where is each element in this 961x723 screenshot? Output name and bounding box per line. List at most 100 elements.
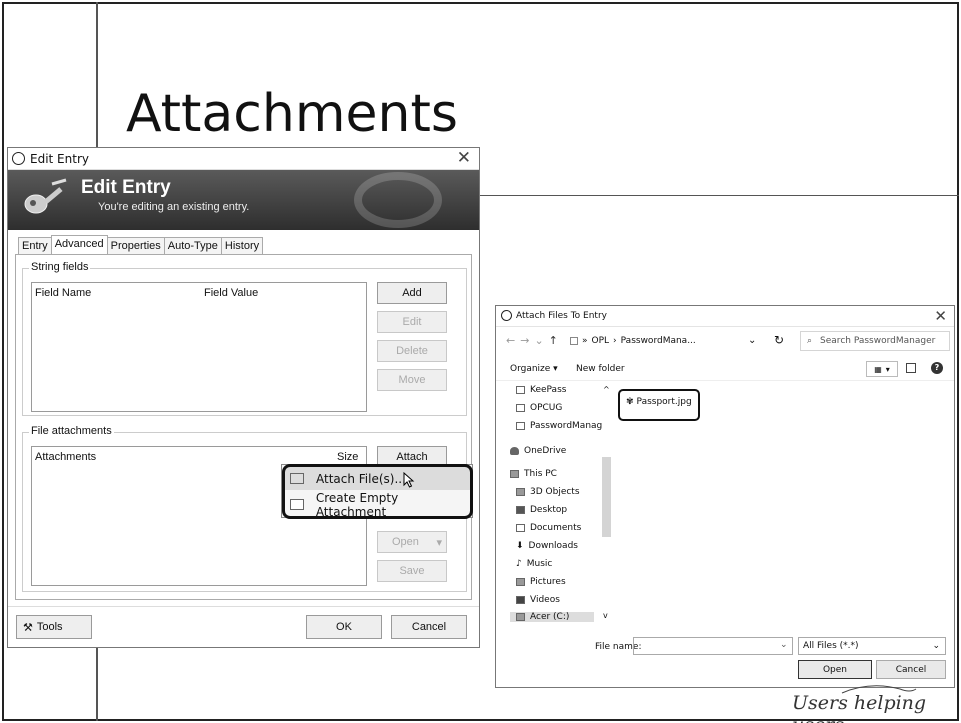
delete-button[interactable]: Delete: [377, 340, 447, 362]
attach-files-dialog: Attach Files To Entry ✕ ←→⌄↑ » OPL › Pas…: [495, 305, 955, 688]
scrollbar-thumb[interactable]: [602, 457, 611, 537]
nav-item-passwordmanager[interactable]: PasswordManag: [516, 421, 602, 431]
organize-menu[interactable]: Organize ▾: [510, 364, 558, 374]
tab-entry[interactable]: Entry: [18, 237, 52, 254]
banner-subtitle: You're editing an existing entry.: [98, 201, 250, 213]
new-folder-button[interactable]: New folder: [576, 364, 625, 374]
file-type-value: All Files (*.*): [803, 641, 859, 651]
nav-arrows: ←→⌄↑: [506, 334, 563, 347]
menu-item-attach-files-label: Attach File(s)...: [316, 471, 406, 486]
close-icon[interactable]: ✕: [457, 148, 471, 168]
new-file-icon: [290, 499, 304, 510]
drive-icon: [516, 613, 525, 621]
add-button[interactable]: Add: [377, 282, 447, 304]
menu-item-create-empty-label: Create Empty Attachment: [315, 490, 399, 519]
scroll-down-icon[interactable]: v: [603, 611, 608, 620]
tab-history[interactable]: History: [220, 237, 264, 254]
file-name-input[interactable]: [633, 637, 793, 655]
nav-item-music[interactable]: ♪ Music: [516, 559, 552, 569]
mouse-cursor-icon: [403, 472, 415, 488]
save-attachment-button[interactable]: Save: [377, 560, 447, 582]
navigation-bar: ←→⌄↑ » OPL › PasswordMana... ⌄ ↻ ⌕ Searc…: [496, 327, 954, 355]
search-input[interactable]: ⌕ Search PasswordManager: [800, 331, 950, 351]
nav-label: Documents: [530, 523, 582, 533]
chevron-down-icon[interactable]: ⌄: [780, 640, 788, 650]
chevron-down-icon: ▾: [436, 536, 442, 549]
tools-button[interactable]: ⚒ Tools: [16, 615, 92, 639]
back-arrow-icon[interactable]: ←: [506, 334, 520, 347]
banner-watermark-icon: [354, 172, 442, 228]
nav-label: Videos: [530, 595, 560, 605]
keepass-app-icon: [501, 310, 512, 321]
nav-item-videos[interactable]: Videos: [516, 595, 560, 605]
close-icon[interactable]: ✕: [934, 307, 947, 325]
folder-icon: [516, 386, 525, 394]
string-fields-group: String fields Field Name Field Value Add…: [22, 261, 467, 416]
column-size[interactable]: Size: [337, 451, 358, 463]
nav-item-downloads[interactable]: ⬇ Downloads: [516, 541, 578, 551]
chevron-down-icon[interactable]: ⌄: [748, 335, 756, 346]
keepass-app-icon: [12, 152, 25, 165]
slide-horizontal-rule: [480, 195, 959, 196]
forward-arrow-icon[interactable]: →: [520, 334, 534, 347]
search-placeholder: Search PasswordManager: [820, 336, 936, 346]
address-bar[interactable]: » OPL › PasswordMana...: [570, 331, 770, 351]
tab-properties[interactable]: Properties: [106, 237, 165, 254]
nav-item-opcug[interactable]: OPCUG: [516, 403, 562, 413]
edit-entry-dialog: Edit Entry ✕ Edit Entry You're editing a…: [7, 147, 480, 648]
tab-advanced[interactable]: Advanced: [50, 235, 108, 254]
string-fields-group-title: String fields: [29, 261, 91, 273]
nav-label: Desktop: [530, 505, 568, 515]
nav-item-pictures[interactable]: Pictures: [516, 577, 566, 587]
document-icon: [516, 524, 525, 532]
cancel-button[interactable]: Cancel: [391, 615, 467, 639]
nav-label: KeePass: [530, 385, 567, 395]
change-view-button[interactable]: ▦ ▾: [866, 361, 898, 377]
address-separator-icon: ›: [613, 336, 617, 346]
footer-separator: [8, 606, 479, 607]
ok-button[interactable]: OK: [306, 615, 382, 639]
nav-item-3d-objects[interactable]: 3D Objects: [516, 487, 580, 497]
column-field-name[interactable]: Field Name: [35, 287, 91, 299]
tab-auto-type[interactable]: Auto-Type: [163, 237, 222, 254]
cube-icon: [516, 488, 525, 496]
desktop-icon: [516, 506, 525, 514]
move-button[interactable]: Move: [377, 369, 447, 391]
nav-item-desktop[interactable]: Desktop: [516, 505, 567, 515]
advanced-tab-panel: String fields Field Name Field Value Add…: [15, 254, 472, 600]
column-field-value[interactable]: Field Value: [204, 287, 258, 299]
help-icon[interactable]: ?: [931, 362, 943, 374]
tools-icon: ⚒: [23, 621, 33, 634]
brand-signature: Users helping users: [792, 692, 927, 723]
attach-context-menu: Attach File(s)... Create Empty Attachmen…: [281, 464, 473, 519]
scroll-up-icon[interactable]: ^: [603, 385, 610, 394]
nav-item-documents[interactable]: Documents: [516, 523, 581, 533]
open-attachment-button[interactable]: Open ▾: [377, 531, 447, 553]
nav-label: PasswordManag: [530, 421, 603, 431]
nav-item-onedrive[interactable]: OneDrive: [510, 446, 566, 456]
nav-item-keepass[interactable]: KeePass: [516, 385, 566, 395]
edit-button[interactable]: Edit: [377, 311, 447, 333]
chevron-down-icon: ▾: [885, 364, 890, 374]
address-part-opl[interactable]: OPL: [592, 336, 610, 346]
refresh-icon[interactable]: ↻: [774, 333, 784, 347]
view-icon: ▦: [874, 364, 882, 374]
menu-item-attach-files[interactable]: Attach File(s)...: [284, 467, 470, 490]
up-arrow-icon[interactable]: ↑: [549, 334, 563, 347]
cancel-button[interactable]: Cancel: [876, 660, 946, 679]
address-part-passwordmanager[interactable]: PasswordMana...: [621, 336, 696, 346]
nav-item-acer-c[interactable]: Acer (C:): [510, 612, 594, 622]
nav-item-this-pc[interactable]: This PC: [510, 469, 557, 479]
highlight-box-file: [618, 389, 700, 421]
string-fields-list[interactable]: Field Name Field Value: [31, 282, 367, 412]
recent-chevron-icon[interactable]: ⌄: [534, 334, 548, 347]
edit-entry-banner: Edit Entry You're editing an existing en…: [8, 170, 479, 230]
column-attachments[interactable]: Attachments: [35, 451, 96, 463]
menu-item-create-empty-attachment[interactable]: Create Empty Attachment: [284, 490, 470, 519]
preview-pane-icon[interactable]: [906, 363, 916, 373]
nav-pane-scrollbar[interactable]: ^ v: [601, 385, 612, 623]
file-type-select[interactable]: All Files (*.*) ⌄: [798, 637, 946, 655]
folder-icon: [516, 422, 525, 430]
computer-icon: [510, 470, 519, 478]
open-button[interactable]: Open: [798, 660, 872, 679]
